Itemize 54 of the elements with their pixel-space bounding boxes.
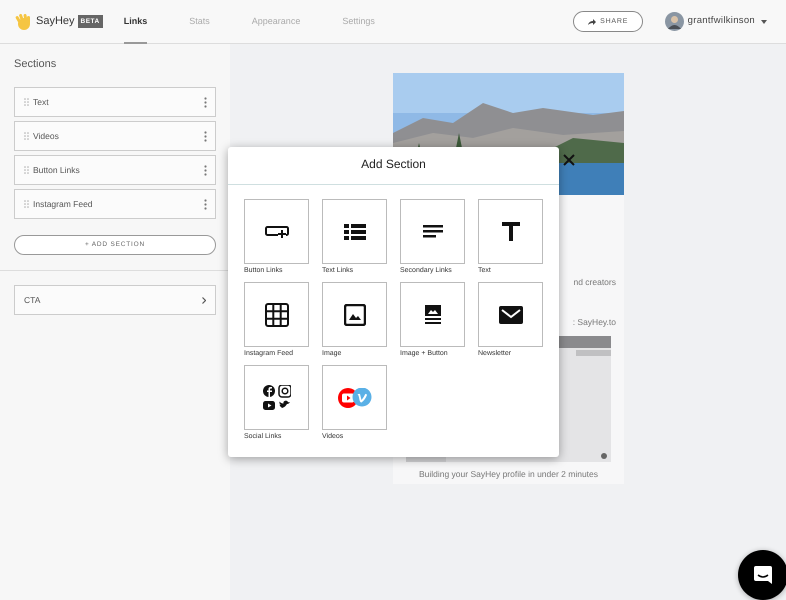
avatar-icon[interactable]	[664, 12, 684, 31]
brand-name: SayHey	[36, 14, 75, 30]
text-lines-icon	[422, 225, 442, 238]
button-plus-icon	[264, 224, 288, 239]
preview-text: : SayHey.to	[572, 316, 616, 329]
section-item[interactable]: Instagram Feed	[14, 189, 216, 219]
list-icon	[344, 224, 366, 240]
section-option-tile[interactable]	[244, 365, 309, 430]
drag-handle-icon[interactable]	[24, 98, 29, 106]
drag-handle-icon[interactable]	[24, 166, 29, 174]
chat-button[interactable]	[738, 550, 786, 600]
envelope-icon	[498, 306, 522, 324]
section-label: Button Links	[33, 164, 81, 176]
sidebar-title: Sections	[13, 57, 58, 72]
section-option-tile[interactable]	[400, 199, 465, 264]
section-option-tile[interactable]	[400, 282, 465, 347]
image-with-lines-icon	[424, 305, 440, 324]
drag-handle-icon[interactable]	[24, 200, 29, 208]
chevron-right-icon[interactable]	[202, 296, 206, 304]
more-options-icon[interactable]	[204, 96, 207, 108]
caret-icon[interactable]	[761, 20, 767, 24]
section-label: Text	[33, 96, 50, 108]
section-option-tile[interactable]	[322, 365, 387, 430]
letter-t-icon	[502, 222, 520, 241]
image-icon	[344, 304, 366, 326]
section-option-tile[interactable]	[478, 282, 543, 347]
section-item[interactable]: Button Links	[14, 155, 216, 185]
section-item[interactable]: Videos	[14, 121, 216, 151]
section-option-tile[interactable]	[322, 199, 387, 264]
social-logos-icon	[262, 385, 290, 410]
cta-label: CTA	[24, 294, 42, 306]
section-option-tile[interactable]	[244, 199, 309, 264]
preview-text: nd creators	[573, 276, 616, 289]
video-caption: Building your SayHey profile in under 2 minutes	[418, 468, 600, 481]
section-item[interactable]: Text	[14, 87, 216, 117]
video-logos-icon	[338, 388, 372, 408]
section-label: Videos	[33, 130, 60, 142]
username[interactable]: grantfwilkinson	[688, 14, 755, 29]
chat-bubble-icon	[753, 565, 773, 585]
share-arrow-icon	[587, 18, 596, 26]
section-option-tile[interactable]	[322, 282, 387, 347]
section-option-tile[interactable]	[478, 199, 543, 264]
more-options-icon[interactable]	[204, 164, 207, 176]
more-options-icon[interactable]	[204, 130, 207, 142]
nav-tab[interactable]: Links	[124, 0, 148, 44]
waving-hand-icon	[14, 12, 32, 30]
modal-title: Add Section	[228, 147, 559, 185]
grid-icon	[264, 302, 288, 326]
close-icon[interactable]	[562, 152, 576, 167]
section-option-tile[interactable]	[244, 282, 309, 347]
section-label: Instagram Feed	[33, 198, 94, 210]
cta-item[interactable]: CTA	[14, 285, 216, 315]
more-options-icon[interactable]	[204, 198, 207, 210]
drag-handle-icon[interactable]	[24, 132, 29, 140]
